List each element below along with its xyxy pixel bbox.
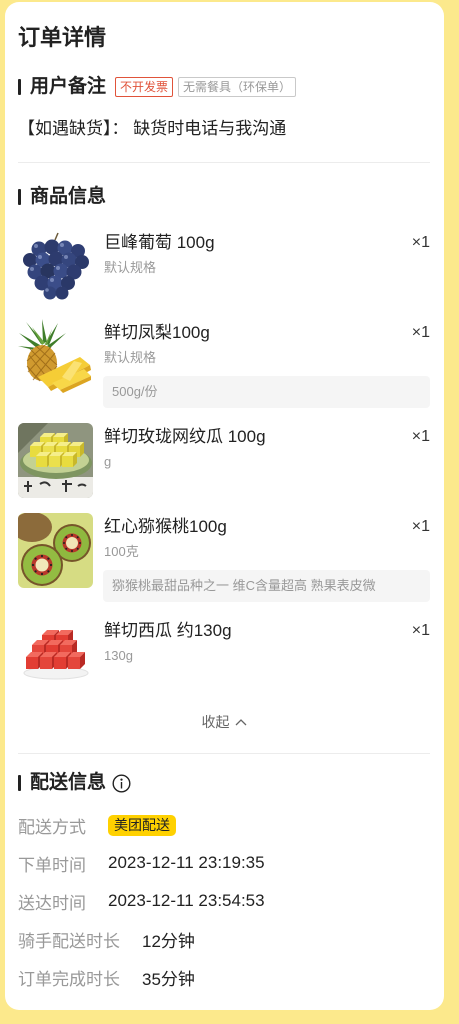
product-name: 鲜切西瓜 约130g [104,621,232,640]
product-info: 巨峰葡萄 100g ×1 默认规格 [104,229,430,277]
product-title-row: 鲜切凤梨100g ×1 [104,322,430,344]
arrival-time-value: 2023-12-11 23:54:53 [108,891,265,910]
remarks-heading: 用户备注 [30,76,107,97]
products-heading: 商品信息 [30,186,107,207]
order-detail-card: 订单详情 用户备注 不开发票 无需餐具（环保单） 【如遇缺货】： 缺货时电话与我… [5,2,444,1010]
cantaloupe-image [18,423,93,498]
product-quantity: ×1 [411,234,430,251]
watermelon-image [18,617,93,692]
product-spec: g [104,454,112,469]
remarks-header: 用户备注 不开发票 无需餐具（环保单） [18,75,430,99]
section-marker [18,189,21,205]
product-title-row: 红心猕猴桃100g ×1 [104,516,430,538]
product-info: 鲜切凤梨100g ×1 默认规格 500g/份 [103,319,430,408]
product-row: 红心猕猴桃100g ×1 100克 猕猴桃最甜品种之一 维C含量超高 熟果表皮微 [18,513,430,602]
pineapple-image [18,319,93,394]
section-marker [18,775,21,791]
product-quantity: ×1 [411,324,430,341]
product-info: 鲜切玫珑网纹瓜 100g ×1 g [104,423,430,471]
product-list: 巨峰葡萄 100g ×1 默认规格 鲜切凤梨100g ×1 默认规格 500g/… [18,229,430,692]
delivery-info-list: 配送方式 美团配送 下单时间 2023-12-11 23:19:35 送达时间 … [18,806,430,996]
product-spec: 默认规格 [104,350,157,365]
product-spec: 100克 [104,544,139,559]
collapse-button[interactable]: 收起 [18,712,430,732]
order-time-label: 下单时间 [18,855,86,875]
grapes-image [18,229,93,304]
completion-duration-value: 35分钟 [142,969,195,989]
delivery-heading: 配送信息 [30,772,107,793]
arrival-time-label: 送达时间 [18,893,86,913]
kiwi-image [18,513,93,588]
product-row: 巨峰葡萄 100g ×1 默认规格 [18,229,430,304]
product-quantity: ×1 [411,622,430,639]
product-note: 猕猴桃最甜品种之一 维C含量超高 熟果表皮微 [103,570,430,602]
arrival-time-row: 送达时间 2023-12-11 23:54:53 [18,882,430,920]
product-note: 500g/份 [103,376,430,408]
delivery-method-badge: 美团配送 [108,814,176,836]
delivery-method-label: 配送方式 [18,817,86,837]
product-spec: 130g [104,648,133,663]
product-title-row: 巨峰葡萄 100g ×1 [104,232,430,254]
completion-duration-label: 订单完成时长 [18,969,120,989]
product-info: 鲜切西瓜 约130g ×1 130g [104,617,430,665]
product-name: 巨峰葡萄 100g [104,233,215,252]
rider-duration-label: 骑手配送时长 [18,931,120,951]
product-row: 鲜切凤梨100g ×1 默认规格 500g/份 [18,319,430,408]
remark-note: 【如遇缺货】： 缺货时电话与我沟通 [18,119,287,138]
chevron-up-icon [235,718,247,726]
product-name: 鲜切凤梨100g [104,323,210,342]
order-time-row: 下单时间 2023-12-11 23:19:35 [18,844,430,882]
product-row: 鲜切西瓜 约130g ×1 130g [18,617,430,692]
rider-duration-row: 骑手配送时长 12分钟 [18,920,430,958]
product-row: 鲜切玫珑网纹瓜 100g ×1 g [18,423,430,498]
delivery-method-row: 配送方式 美团配送 [18,806,430,844]
section-marker [18,79,21,95]
completion-duration-row: 订单完成时长 35分钟 [18,958,430,996]
products-header: 商品信息 [18,185,430,209]
rider-duration-value: 12分钟 [142,931,195,951]
product-name: 鲜切玫珑网纹瓜 100g [104,427,266,446]
collapse-label: 收起 [201,714,230,730]
order-time-value: 2023-12-11 23:19:35 [108,853,265,872]
product-title-row: 鲜切西瓜 约130g ×1 [104,620,430,642]
product-quantity: ×1 [411,518,430,535]
product-quantity: ×1 [411,428,430,445]
divider [18,753,430,754]
product-info: 红心猕猴桃100g ×1 100克 猕猴桃最甜品种之一 维C含量超高 熟果表皮微 [103,513,430,602]
product-name: 红心猕猴桃100g [104,517,227,536]
product-spec: 默认规格 [104,260,157,275]
no-invoice-tag: 不开发票 [115,77,174,97]
info-icon[interactable] [112,773,131,793]
product-title-row: 鲜切玫珑网纹瓜 100g ×1 [104,426,430,448]
divider [18,162,430,163]
no-cutlery-tag: 无需餐具（环保单） [178,77,297,97]
page-title: 订单详情 [18,25,107,50]
delivery-header: 配送信息 [18,771,430,795]
